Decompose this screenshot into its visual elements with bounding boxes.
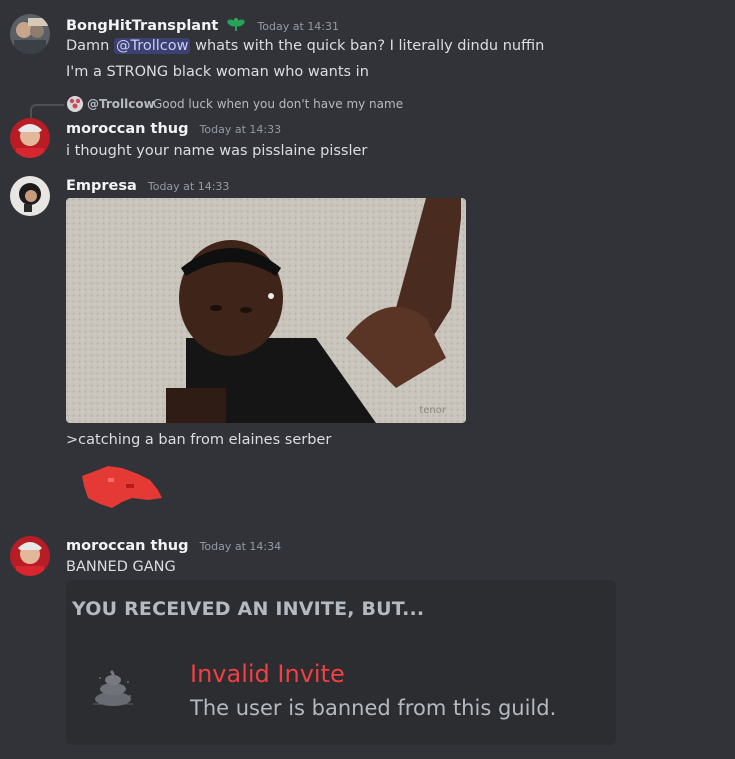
invite-title: Invalid Invite [190,660,345,688]
message-text: BANNED GANG [66,559,176,575]
invite-embed: YOU RECEIVED AN INVITE, BUT... Invalid I… [66,580,616,745]
message-moroccan-thug-2: moroccan thug Today at 14:34 BANNED GANG… [0,0,735,759]
username-text[interactable]: moroccan thug [66,538,189,554]
timestamp: Today at 14:34 [199,540,282,553]
username[interactable]: moroccan thug Today at 14:34 [66,538,281,554]
avatar[interactable] [10,536,50,576]
poop-icon [90,668,136,710]
invite-description: The user is banned from this guild. [190,696,557,720]
invite-header: YOU RECEIVED AN INVITE, BUT... [72,598,425,620]
